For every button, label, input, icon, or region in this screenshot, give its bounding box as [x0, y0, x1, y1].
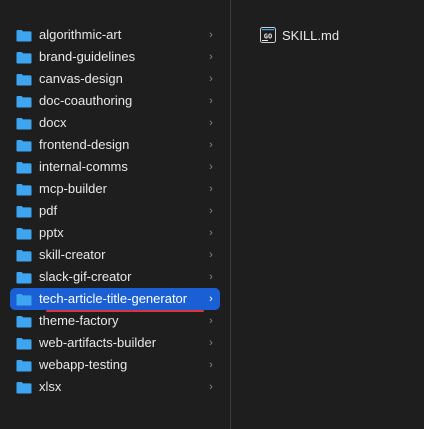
folder-label: theme-factory [39, 313, 119, 328]
folder-item-theme-factory[interactable]: theme-factory › [10, 310, 220, 332]
folder-label: mcp-builder [39, 181, 107, 196]
folder-label: internal-comms [39, 159, 128, 174]
folder-item-skill-creator[interactable]: skill-creator › [10, 244, 220, 266]
file-label: SKILL.md [282, 27, 340, 43]
folder-icon [16, 205, 32, 218]
folder-label: doc-coauthoring [39, 93, 133, 108]
folder-item-docx[interactable]: docx › [10, 112, 220, 134]
folder-label: brand-guidelines [39, 49, 136, 64]
folder-icon [16, 359, 32, 372]
folder-label: canvas-design [39, 71, 123, 86]
folder-icon [16, 139, 32, 152]
chevron-right-icon: › [209, 95, 213, 107]
folder-label: docx [39, 115, 67, 130]
chevron-right-icon: › [209, 227, 213, 239]
folder-item-web-artifacts-builder[interactable]: web-artifacts-builder › [10, 332, 220, 354]
folder-label: frontend-design [39, 137, 130, 152]
folder-icon [16, 161, 32, 174]
folder-column[interactable]: algorithmic-art › brand-guidelines › canvas-… [0, 0, 230, 429]
folder-icon [16, 337, 32, 350]
folder-label: skill-creator [39, 247, 106, 262]
file-item-skill-md[interactable]: GO SKILL.md [260, 25, 339, 45]
folder-icon [16, 51, 32, 64]
folder-item-internal-comms[interactable]: internal-comms › [10, 156, 220, 178]
folder-icon [16, 293, 32, 306]
folder-label: webapp-testing [39, 357, 128, 372]
folder-item-tech-article-title-generator[interactable]: tech-article-title-generator › [10, 288, 220, 312]
folder-item-brand-guidelines[interactable]: brand-guidelines › [10, 46, 220, 68]
folder-icon [16, 183, 32, 196]
folder-item-mcp-builder[interactable]: mcp-builder › [10, 178, 220, 200]
folder-icon [16, 271, 32, 284]
chevron-right-icon: › [209, 315, 213, 327]
svg-text:GO: GO [264, 33, 272, 41]
chevron-right-icon: › [209, 337, 213, 349]
folder-icon [16, 73, 32, 86]
folder-label: tech-article-title-generator [39, 291, 188, 306]
folder-icon [16, 249, 32, 262]
file-column[interactable]: GO SKILL.md [231, 0, 424, 429]
chevron-right-icon: › [209, 139, 213, 151]
folder-label: slack-gif-creator [39, 269, 132, 284]
folder-label: xlsx [39, 379, 62, 394]
chevron-right-icon: › [209, 161, 213, 173]
folder-icon [16, 29, 32, 42]
folder-item-algorithmic-art[interactable]: algorithmic-art › [10, 24, 220, 46]
folder-label: pdf [39, 203, 58, 218]
chevron-right-icon: › [209, 205, 213, 217]
chevron-right-icon: › [209, 51, 213, 63]
chevron-right-icon: › [209, 29, 213, 41]
folder-item-doc-coauthoring[interactable]: doc-coauthoring › [10, 90, 220, 112]
chevron-right-icon: › [209, 73, 213, 85]
chevron-right-icon: › [209, 359, 213, 371]
folder-label: algorithmic-art [39, 27, 122, 42]
folder-icon [16, 95, 32, 108]
chevron-right-icon: › [209, 117, 213, 129]
chevron-right-icon: › [209, 249, 213, 261]
folder-item-pptx[interactable]: pptx › [10, 222, 220, 244]
folder-item-slack-gif-creator[interactable]: slack-gif-creator › [10, 266, 220, 288]
folder-item-webapp-testing[interactable]: webapp-testing › [10, 354, 220, 376]
folder-label: pptx [39, 225, 64, 240]
chevron-right-icon: › [209, 293, 213, 305]
folder-icon [16, 227, 32, 240]
folder-item-xlsx[interactable]: xlsx › [10, 376, 220, 398]
markdown-file-icon: GO [260, 27, 276, 43]
folder-item-pdf[interactable]: pdf › [10, 200, 220, 222]
folder-icon [16, 117, 32, 130]
folder-item-frontend-design[interactable]: frontend-design › [10, 134, 220, 156]
folder-icon [16, 381, 32, 394]
finder-window: algorithmic-art › brand-guidelines › canvas-… [0, 0, 424, 429]
folder-item-canvas-design[interactable]: canvas-design › [10, 68, 220, 90]
folder-list: algorithmic-art › brand-guidelines › canvas-… [10, 24, 220, 398]
chevron-right-icon: › [209, 183, 213, 195]
folder-label: web-artifacts-builder [39, 335, 157, 350]
chevron-right-icon: › [209, 381, 213, 393]
folder-icon [16, 315, 32, 328]
chevron-right-icon: › [209, 271, 213, 283]
